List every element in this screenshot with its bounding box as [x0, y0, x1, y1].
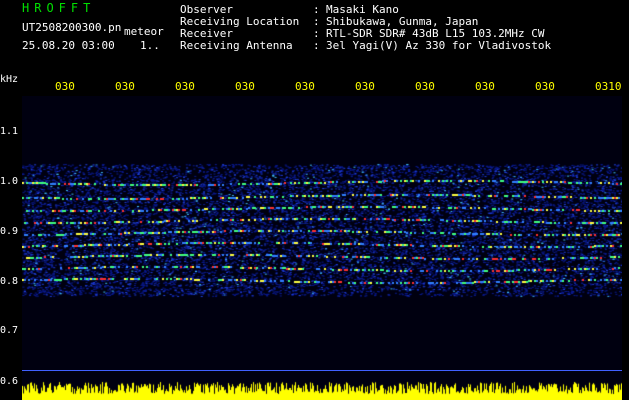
x-tick-label: 030: [535, 80, 555, 93]
y-axis-unit: kHz: [0, 74, 19, 85]
info-value-antenna: 3el Yagi(V) Az 330 for Vladivostok: [326, 39, 552, 52]
spectrogram-waterfall: [22, 96, 622, 400]
y-tick-label: 0.6: [0, 376, 19, 387]
x-tick-label: 030: [115, 80, 135, 93]
x-tick-label: 0310: [595, 80, 622, 93]
x-tick-label: 030: [235, 80, 255, 93]
y-tick-label: 1.0: [0, 176, 19, 187]
page-indicator: 1..: [140, 39, 160, 52]
spectrogram-screen: HROFFT UT2508200300.pn meteor 25.08.20 0…: [0, 0, 629, 400]
y-tick-label: 0.9: [0, 226, 19, 237]
y-tick-label: 0.7: [0, 325, 19, 336]
info-label-antenna: Receiving Antenna: [180, 39, 293, 52]
file-name: UT2508200300.pn: [22, 21, 122, 34]
x-tick-label: 030: [175, 80, 195, 93]
x-tick-label: 030: [475, 80, 495, 93]
y-tick-label: 0.8: [0, 276, 19, 287]
x-tick-label: 030: [355, 80, 375, 93]
brand-title: HROFFT: [22, 1, 96, 15]
info-separator: :: [313, 39, 320, 52]
date-time: 25.08.20 03:00: [22, 39, 115, 52]
x-tick-label: 030: [55, 80, 75, 93]
mode-label: meteor: [124, 25, 164, 38]
x-tick-label: 030: [415, 80, 435, 93]
y-tick-label: 1.1: [0, 126, 19, 137]
baseline-divider: [22, 370, 622, 371]
x-tick-label: 030: [295, 80, 315, 93]
